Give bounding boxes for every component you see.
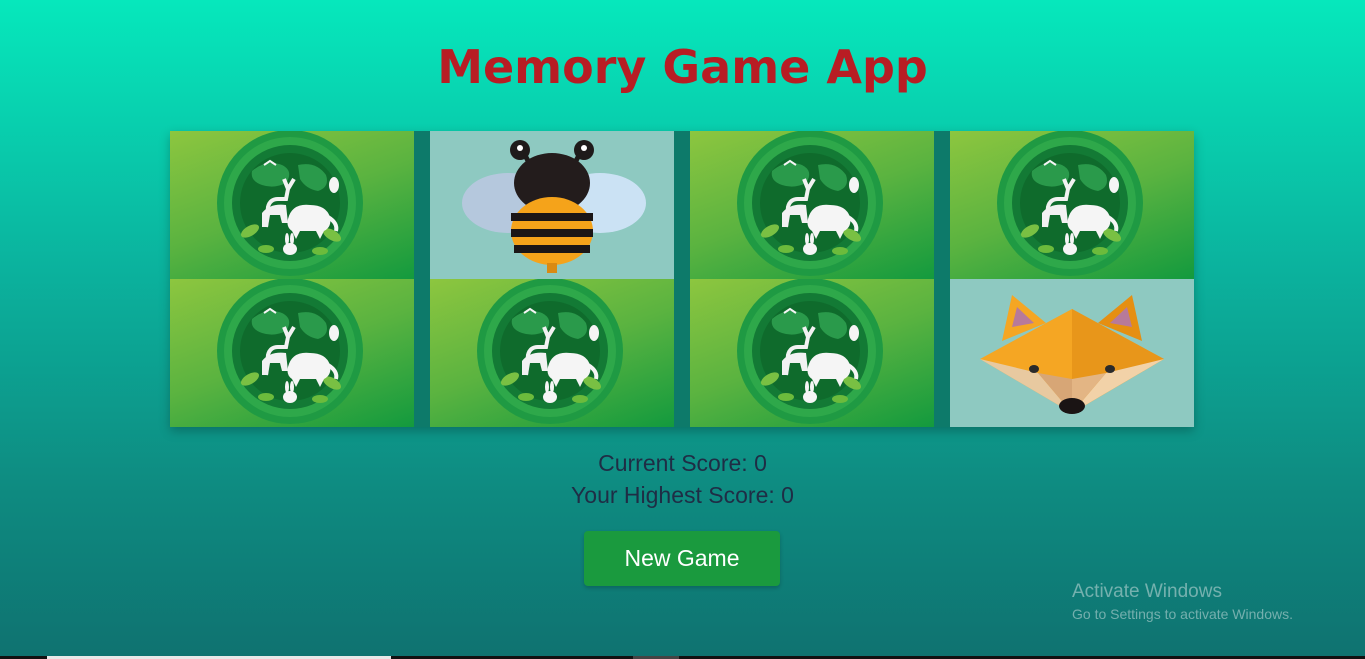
new-game-button[interactable]: New Game	[584, 531, 780, 586]
watermark-subtitle: Go to Settings to activate Windows.	[1072, 606, 1293, 622]
fox-icon	[980, 295, 1164, 414]
wildlife-card-back-icon	[735, 131, 885, 278]
card-8[interactable]	[950, 279, 1194, 427]
wildlife-card-back-icon	[215, 131, 365, 278]
card-3[interactable]	[690, 131, 934, 279]
card-4[interactable]	[950, 131, 1194, 279]
page-title: Memory Game App	[437, 40, 928, 94]
card-2[interactable]	[430, 131, 674, 279]
current-score: Current Score: 0	[598, 450, 767, 476]
highest-score: Your Highest Score: 0	[571, 482, 794, 508]
wildlife-card-back-icon	[995, 131, 1145, 278]
wildlife-card-back-icon	[215, 279, 365, 426]
card-5[interactable]	[170, 279, 414, 427]
card-6[interactable]	[430, 279, 674, 427]
score-panel: Current Score: 0 Your Highest Score: 0	[0, 447, 1365, 511]
wildlife-card-back-icon	[735, 279, 885, 426]
card-7[interactable]	[690, 279, 934, 427]
card-grid	[170, 131, 1194, 427]
wildlife-card-back-icon	[475, 279, 625, 426]
card-1[interactable]	[170, 131, 414, 279]
activate-windows-watermark: Activate Windows Go to Settings to activ…	[1072, 580, 1293, 624]
watermark-title: Activate Windows	[1072, 581, 1222, 602]
bee-icon	[462, 140, 646, 273]
